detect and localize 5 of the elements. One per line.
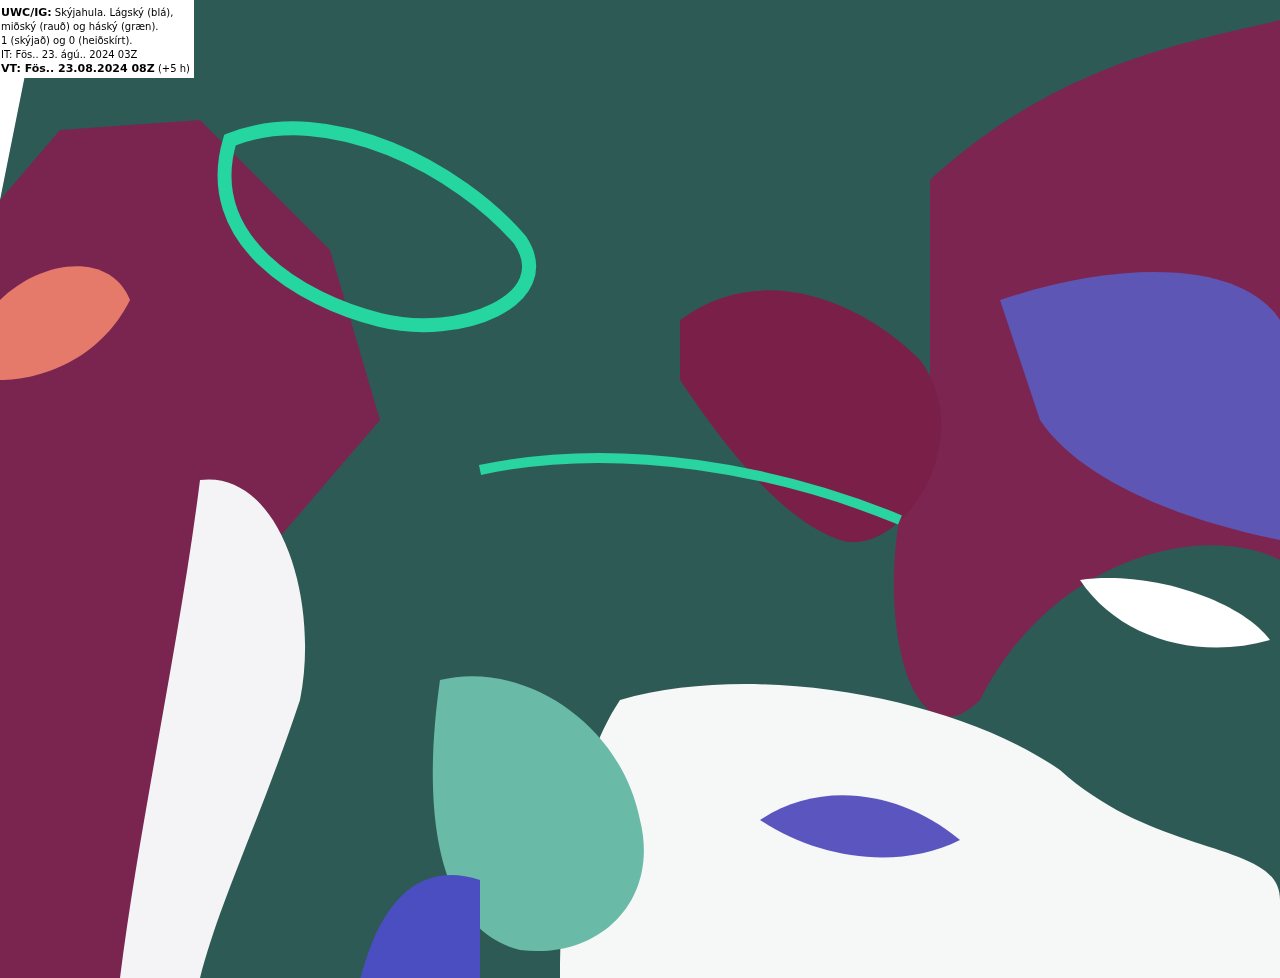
legend-text: UWC/IG: Skýjahula. Lágský (blá), (1, 6, 175, 20)
legend-text: IT: Fös.. 23. ágú.. 2024 03Z (1, 48, 139, 62)
legend-text: VT: Fös.. 23.08.2024 08Z (+5 h) (1, 62, 190, 76)
legend-text: 1 (skýjað) og 0 (heiðskírt). (1, 34, 134, 48)
legend-text: miðský (rauð) og háský (græn). (1, 20, 160, 34)
